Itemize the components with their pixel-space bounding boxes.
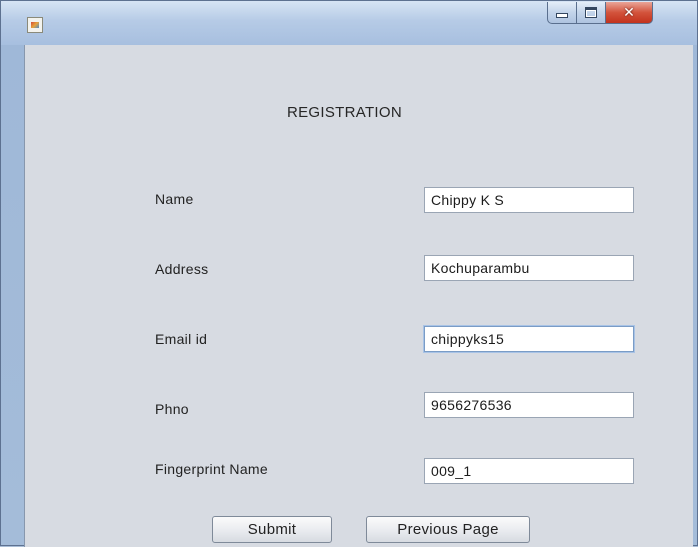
close-icon: ✕ [623, 4, 635, 21]
maximize-icon [585, 7, 597, 18]
address-field[interactable] [424, 255, 634, 281]
java-app-icon[interactable] [27, 17, 43, 33]
phone-label: Phno [155, 401, 189, 417]
close-button[interactable]: ✕ [605, 2, 653, 24]
name-field[interactable] [424, 187, 634, 213]
fingerprint-name-label: Fingerprint Name [155, 461, 268, 477]
submit-button[interactable]: Submit [212, 516, 332, 543]
minimize-button[interactable] [547, 2, 577, 24]
fingerprint-name-field[interactable] [424, 458, 634, 484]
title-bar[interactable]: ✕ [1, 1, 697, 45]
minimize-icon [556, 13, 568, 18]
maximize-button[interactable] [576, 2, 606, 24]
registration-panel: REGISTRATION Name Address Email id Phno … [24, 45, 693, 547]
app-window: ✕ REGISTRATION Name Address Email id Phn… [0, 0, 698, 547]
name-label: Name [155, 191, 194, 207]
phone-field[interactable] [424, 392, 634, 418]
previous-page-button[interactable]: Previous Page [366, 516, 530, 543]
email-label: Email id [155, 331, 208, 347]
email-field[interactable] [424, 326, 634, 352]
address-label: Address [155, 261, 209, 277]
page-title: REGISTRATION [287, 104, 402, 121]
